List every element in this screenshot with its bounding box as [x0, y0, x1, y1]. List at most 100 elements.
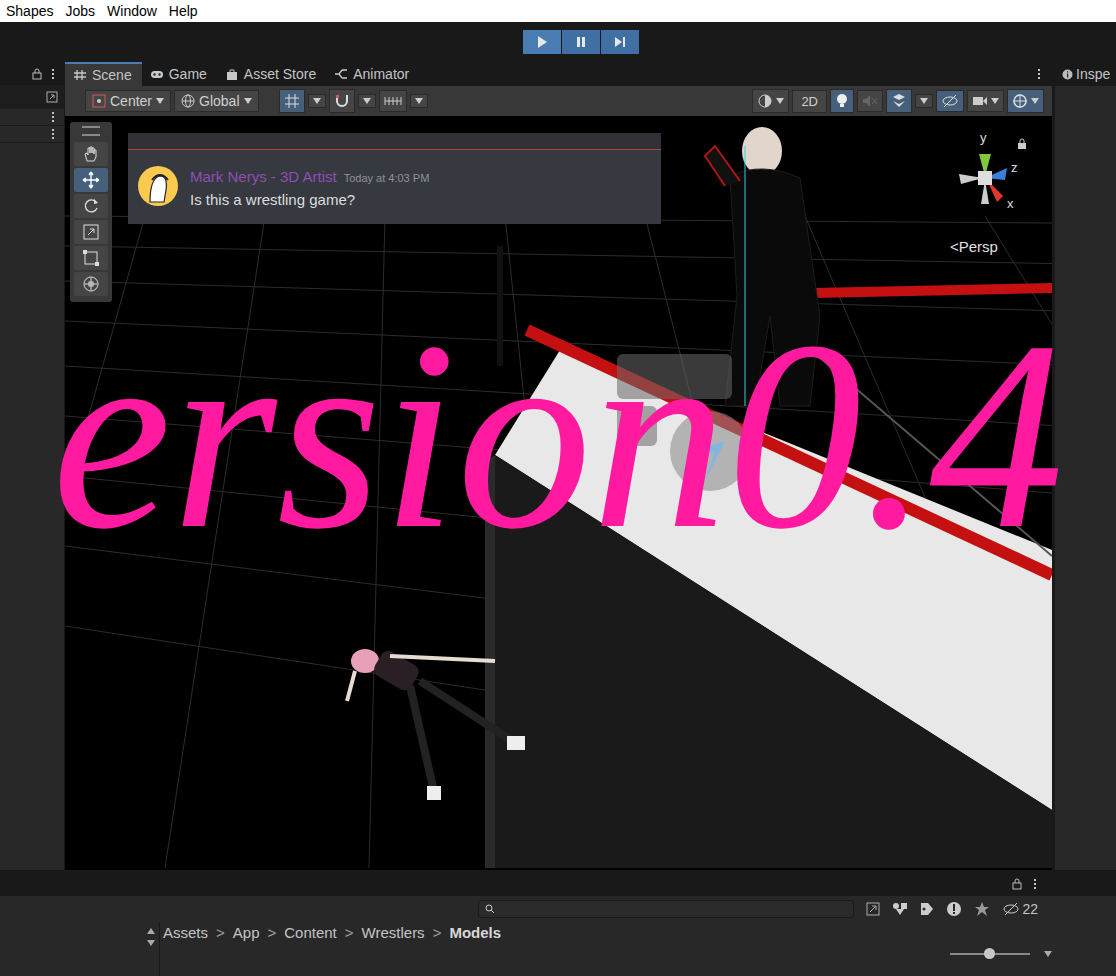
hidden-count[interactable]: 22: [1002, 901, 1038, 917]
space-dropdown[interactable]: Global: [174, 90, 258, 112]
label-icon[interactable]: [920, 902, 934, 916]
dropdown-arrow-icon: [991, 98, 999, 104]
tab-bar: Scene Game Asset Store Animator: [65, 62, 1052, 86]
rotate-tool[interactable]: [74, 194, 108, 218]
scene-canvas[interactable]: [65, 116, 1052, 868]
increment-snap-button[interactable]: [379, 90, 407, 112]
star-icon[interactable]: [974, 901, 990, 917]
portrait-icon: [138, 166, 178, 206]
pause-button[interactable]: [562, 30, 600, 54]
hidden-eye-icon: [941, 94, 959, 108]
expand-icon[interactable]: [866, 902, 880, 916]
filter-type-icon[interactable]: [892, 902, 908, 916]
pivot-dropdown[interactable]: Center: [85, 90, 171, 112]
dropdown-arrow-icon: [363, 98, 371, 104]
effects-dropdown[interactable]: [915, 94, 933, 108]
snap-icon: [334, 93, 350, 109]
lock-icon[interactable]: [1012, 878, 1022, 890]
breadcrumb[interactable]: App: [233, 924, 260, 941]
menu-item[interactable]: Help: [169, 3, 198, 19]
axis-label: y: [980, 130, 987, 145]
zoom-slider[interactable]: [950, 953, 1030, 955]
lock-icon[interactable]: [32, 68, 42, 80]
version-watermark: ersion0.4: [0, 300, 1116, 570]
breadcrumb[interactable]: Assets: [163, 924, 208, 941]
step-button[interactable]: [601, 30, 639, 54]
dropdown-arrow-icon: [776, 98, 784, 104]
pause-icon: [574, 35, 588, 49]
effects-toggle[interactable]: [886, 89, 912, 113]
axis-label: x: [1007, 196, 1014, 211]
playback-controls: [523, 30, 639, 54]
tab[interactable]: Scene: [65, 62, 142, 86]
dropdown-arrow-icon: [415, 98, 423, 104]
warning-icon[interactable]: [946, 901, 962, 917]
gizmo-icon: [1012, 93, 1028, 109]
breadcrumb[interactable]: Content: [284, 924, 337, 941]
expand-icon[interactable]: [46, 91, 58, 103]
discord-message: Mark Nerys - 3D Artist Today at 4:03 PM …: [128, 133, 661, 224]
camera-button[interactable]: [967, 90, 1004, 112]
projection-label[interactable]: <Persp: [950, 238, 998, 255]
game-icon: [150, 68, 164, 80]
tab[interactable]: Animator: [326, 62, 419, 86]
scroll-down-icon[interactable]: [147, 940, 155, 946]
rotate-icon: [82, 197, 100, 215]
tab[interactable]: Asset Store: [217, 62, 326, 86]
move-tool[interactable]: [74, 168, 108, 192]
breadcrumb[interactable]: Models: [449, 924, 501, 941]
gizmos-button[interactable]: [1007, 89, 1044, 113]
move-handle[interactable]: [617, 354, 750, 491]
tab[interactable]: Game: [142, 62, 217, 86]
snap-dropdown[interactable]: [358, 94, 376, 108]
menu-dots-icon[interactable]: [1034, 69, 1044, 79]
globe-icon: [181, 94, 195, 108]
breadcrumb-separator: >: [345, 924, 354, 941]
scroll-up-icon[interactable]: [147, 928, 155, 934]
shading-mode-button[interactable]: [752, 89, 789, 113]
rect-tool[interactable]: [74, 246, 108, 270]
hand-tool[interactable]: [74, 142, 108, 166]
avatar-icon[interactable]: [138, 166, 178, 206]
menu-dots-icon[interactable]: [48, 112, 58, 122]
ruler-icon: [384, 94, 402, 108]
menu-item[interactable]: Shapes: [6, 3, 53, 19]
rect-icon: [82, 249, 100, 267]
scene-viewport[interactable]: Mark Nerys - 3D Artist Today at 4:03 PM …: [65, 116, 1052, 870]
grid-snap-button[interactable]: [279, 89, 305, 113]
project-panel: 22 Assets> App> Content> Wrestlers> Mode…: [0, 870, 1116, 976]
search-field[interactable]: [0, 85, 64, 109]
orientation-gizmo[interactable]: y z x: [945, 130, 1035, 230]
transform-tool[interactable]: [74, 272, 108, 296]
scroll-down-icon[interactable]: [1044, 951, 1052, 957]
step-icon: [613, 35, 627, 49]
grid-dropdown[interactable]: [308, 94, 326, 108]
author-name[interactable]: Mark Nerys - 3D Artist: [190, 168, 337, 185]
menu-dots-icon[interactable]: [1030, 879, 1040, 889]
2d-toggle[interactable]: 2D: [792, 90, 827, 113]
breadcrumb-separator: >: [216, 924, 225, 941]
ring-apron: [495, 455, 1052, 868]
lighting-toggle[interactable]: [830, 89, 854, 113]
snap-button[interactable]: [329, 89, 355, 113]
search-field[interactable]: [478, 900, 854, 918]
breadcrumb[interactable]: Wrestlers: [362, 924, 425, 941]
play-button[interactable]: [523, 30, 561, 54]
increment-dropdown[interactable]: [410, 94, 428, 108]
visibility-toggle[interactable]: [936, 90, 964, 112]
menu-bar: Shapes Jobs Window Help: [0, 0, 1116, 22]
hidden-eye-icon: [1002, 902, 1020, 916]
inspector-tab[interactable]: Inspe: [1055, 62, 1116, 86]
menu-dots-icon[interactable]: [48, 69, 58, 79]
breadcrumbs: Assets> App> Content> Wrestlers> Models: [160, 922, 1116, 941]
timestamp: Today at 4:03 PM: [344, 172, 430, 184]
dropdown-arrow-icon: [920, 98, 928, 104]
store-icon: [225, 68, 239, 80]
animator-icon: [334, 68, 348, 80]
menu-dots-icon[interactable]: [48, 129, 58, 139]
menu-item[interactable]: Window: [107, 3, 157, 19]
menu-item[interactable]: Jobs: [65, 3, 95, 19]
scale-tool[interactable]: [74, 220, 108, 244]
lock-icon[interactable]: [1017, 138, 1027, 150]
audio-toggle[interactable]: [857, 90, 883, 112]
